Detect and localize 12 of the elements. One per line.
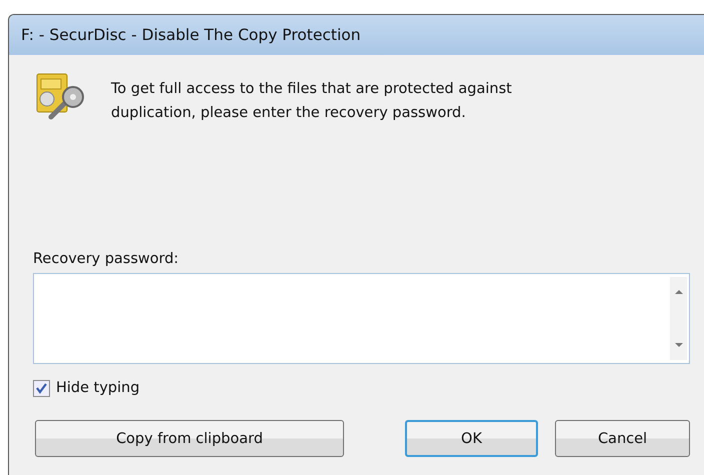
password-field[interactable] [33, 273, 690, 364]
scroll-up-icon[interactable] [674, 289, 684, 295]
field-label: Recovery password: [33, 251, 180, 267]
window-title: F: - SecurDisc - Disable The Copy Protection [21, 26, 361, 44]
instruction-text: To get full access to the files that are protected against duplication, please enter the recovery password. [111, 80, 513, 123]
scroll-down-icon[interactable] [674, 342, 684, 348]
copy-button[interactable]: Copy from clipboard [35, 420, 344, 457]
checkbox[interactable] [33, 380, 50, 396]
checkbox-label: Hide typing [56, 380, 140, 396]
scroll-bar[interactable] [670, 277, 687, 360]
cancel-button[interactable]: Cancel [555, 420, 690, 457]
ok-button[interactable]: OK [405, 420, 538, 457]
